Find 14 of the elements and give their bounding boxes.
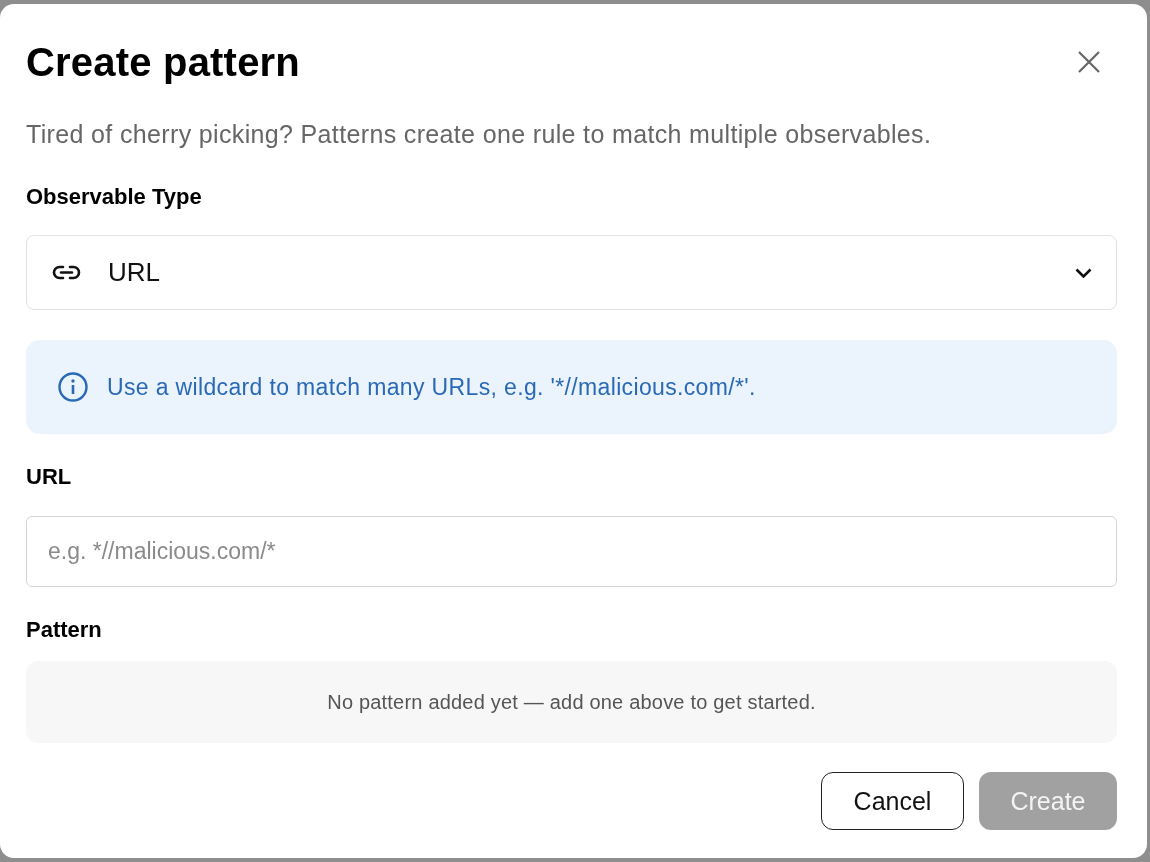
link-icon [52,265,81,280]
chevron-down-icon [1075,267,1092,278]
empty-state-text: No pattern added yet — add one above to get started. [327,690,816,714]
section-label: Pattern [26,616,102,644]
info-text: Use a wildcard to match many URLs, e.g. '*//malicious.com/*'. [107,373,756,401]
url-input-field[interactable]: e.g. *//malicious.com/* [26,516,1117,587]
close-icon [1078,51,1100,73]
cancel-button[interactable]: Cancel [821,772,964,830]
observable-type-dropdown[interactable]: URL [26,235,1117,310]
info-icon [58,372,88,402]
dialog-description: Tired of cherry picking? Patterns create one rule to match multiple observables. [26,119,933,150]
field-label: URL [26,463,72,491]
field-label: Observable Type [26,183,202,211]
dialog-title: Create pattern [26,39,300,86]
